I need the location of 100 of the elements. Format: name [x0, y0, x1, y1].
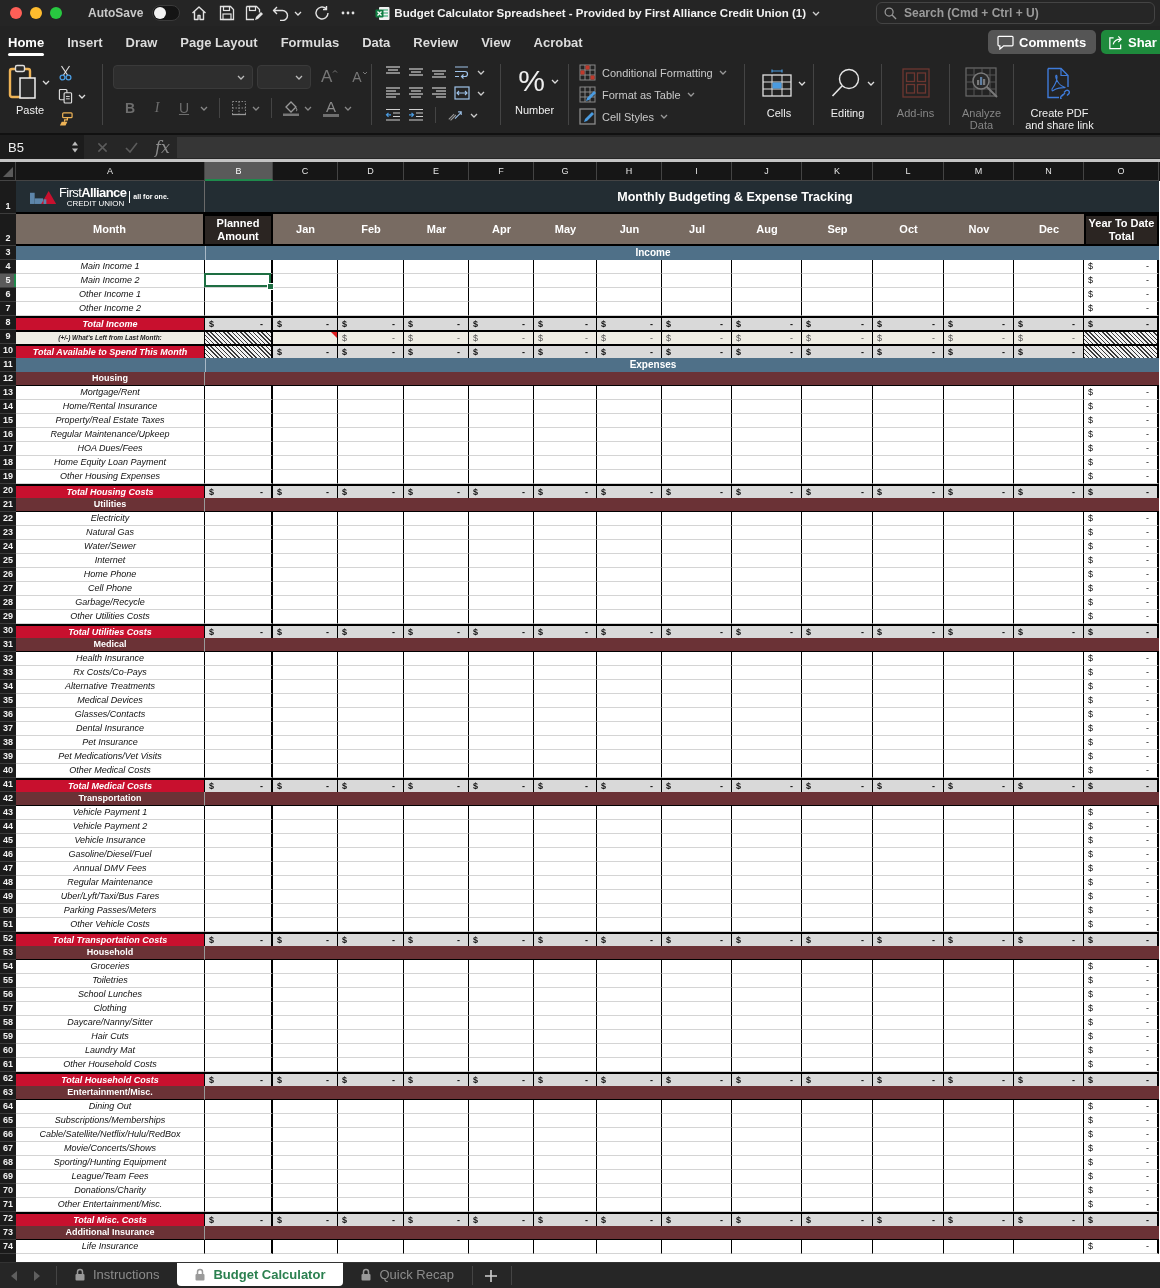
row-number[interactable]: 74: [0, 1240, 16, 1254]
row-number[interactable]: 15: [0, 414, 16, 428]
row-number[interactable]: 14: [0, 400, 16, 414]
row-number[interactable]: 11: [0, 358, 16, 372]
row-number[interactable]: 58: [0, 1016, 16, 1030]
three-dots-icon[interactable]: [341, 11, 356, 15]
share-button[interactable]: Shar: [1101, 30, 1160, 54]
row-number[interactable]: 55: [0, 974, 16, 988]
row-number[interactable]: 37: [0, 722, 16, 736]
row-number[interactable]: 43: [0, 806, 16, 820]
minimize-window-button[interactable]: [30, 7, 42, 19]
row-number[interactable]: 45: [0, 834, 16, 848]
sheet-tab[interactable]: Budget Calculator: [177, 1263, 344, 1286]
number-format-button[interactable]: % Number: [501, 58, 568, 133]
close-window-button[interactable]: [10, 7, 22, 19]
row-number[interactable]: 21: [0, 498, 16, 512]
row-number[interactable]: 36: [0, 708, 16, 722]
check-mark-icon[interactable]: [125, 141, 138, 153]
align-center-icon[interactable]: [408, 86, 424, 100]
row-number[interactable]: 7: [0, 302, 16, 316]
plus-icon[interactable]: [484, 1269, 497, 1282]
row-number[interactable]: 70: [0, 1184, 16, 1198]
row-number[interactable]: 13: [0, 386, 16, 400]
corner-triangle-icon[interactable]: [3, 167, 13, 177]
row-number[interactable]: 38: [0, 736, 16, 750]
row-number[interactable]: 52: [0, 932, 16, 946]
ribbon-tab[interactable]: Data: [362, 26, 391, 58]
row-number[interactable]: 57: [0, 1002, 16, 1016]
row-number[interactable]: 24: [0, 540, 16, 554]
row-number[interactable]: 31: [0, 638, 16, 652]
zoom-window-button[interactable]: [50, 7, 62, 19]
editing-button[interactable]: Editing: [814, 58, 881, 133]
row-number[interactable]: 35: [0, 694, 16, 708]
row-number[interactable]: 6: [0, 288, 16, 302]
formula-input-field[interactable]: [176, 136, 1160, 158]
comments-button[interactable]: Comments: [988, 30, 1096, 54]
row-number[interactable]: 64: [0, 1100, 16, 1114]
lines-right-arrow-icon[interactable]: [408, 108, 424, 122]
x-mark-icon[interactable]: [97, 141, 108, 153]
row-number[interactable]: 5: [0, 274, 16, 288]
paint-bucket-icon[interactable]: [283, 100, 299, 116]
row-number[interactable]: 18: [0, 456, 16, 470]
row-number[interactable]: 48: [0, 876, 16, 890]
row-number[interactable]: 22: [0, 512, 16, 526]
row-number[interactable]: 47: [0, 862, 16, 876]
row-number[interactable]: 30: [0, 624, 16, 638]
left-arrow-icon[interactable]: [10, 1269, 18, 1282]
scissors-icon[interactable]: [58, 65, 73, 81]
fill-handle[interactable]: [267, 283, 274, 290]
row-number[interactable]: 63: [0, 1086, 16, 1100]
row-number[interactable]: 41: [0, 778, 16, 792]
lines-left-arrow-icon[interactable]: [385, 108, 401, 122]
row-number[interactable]: 33: [0, 666, 16, 680]
styles-menu-button[interactable]: Format as Table: [579, 86, 744, 103]
row-number[interactable]: 50: [0, 904, 16, 918]
align-middle-icon[interactable]: [408, 65, 424, 79]
pdf-button[interactable]: Create PDF and share link: [1014, 58, 1105, 133]
wrap-text-icon[interactable]: [454, 65, 470, 79]
row-number[interactable]: 26: [0, 568, 16, 582]
styles-menu-button[interactable]: Cell Styles: [579, 108, 744, 125]
comment-indicator-icon[interactable]: [331, 332, 337, 338]
dotted-grid-icon[interactable]: [231, 100, 247, 116]
sheet-tab[interactable]: Quick Recap: [343, 1263, 472, 1286]
row-number[interactable]: 25: [0, 554, 16, 568]
paintbrush-icon[interactable]: [58, 111, 73, 127]
row-number[interactable]: 17: [0, 442, 16, 456]
row-number[interactable]: 53: [0, 946, 16, 960]
copy-icon[interactable]: [58, 88, 73, 104]
row-number[interactable]: 29: [0, 610, 16, 624]
row-number[interactable]: 39: [0, 750, 16, 764]
row-number[interactable]: 42: [0, 792, 16, 806]
row-number[interactable]: 62: [0, 1072, 16, 1086]
row-number[interactable]: 32: [0, 652, 16, 666]
row-number[interactable]: 51: [0, 918, 16, 932]
row-number[interactable]: 34: [0, 680, 16, 694]
row-number[interactable]: 61: [0, 1058, 16, 1072]
row-number[interactable]: 73: [0, 1226, 16, 1240]
floppy-pencil-icon[interactable]: [245, 5, 264, 21]
caret-icon[interactable]: [477, 90, 485, 96]
stepper-arrows-icon[interactable]: [71, 140, 79, 154]
row-number[interactable]: 23: [0, 526, 16, 540]
undo-arrow-icon[interactable]: [272, 5, 290, 21]
circular-arrow-icon[interactable]: [314, 5, 331, 21]
row-number[interactable]: 9: [0, 330, 16, 344]
sheet-tab[interactable]: Instructions: [57, 1263, 178, 1286]
diagonal-arrow-icon[interactable]: [447, 108, 463, 122]
row-number[interactable]: 65: [0, 1114, 16, 1128]
align-right-icon[interactable]: [431, 86, 447, 100]
caret-icon[interactable]: [470, 112, 478, 118]
row-number[interactable]: 71: [0, 1198, 16, 1212]
row-number[interactable]: 28: [0, 596, 16, 610]
ribbon-tab[interactable]: Draw: [125, 26, 158, 58]
row-number[interactable]: 46: [0, 848, 16, 862]
row-number[interactable]: 66: [0, 1128, 16, 1142]
row-number[interactable]: 19: [0, 470, 16, 484]
ribbon-tab[interactable]: Review: [413, 26, 459, 58]
ribbon-tab[interactable]: Acrobat: [533, 26, 583, 58]
row-number[interactable]: 40: [0, 764, 16, 778]
row-number[interactable]: 8: [0, 316, 16, 330]
autosave-toggle[interactable]: [152, 5, 181, 21]
